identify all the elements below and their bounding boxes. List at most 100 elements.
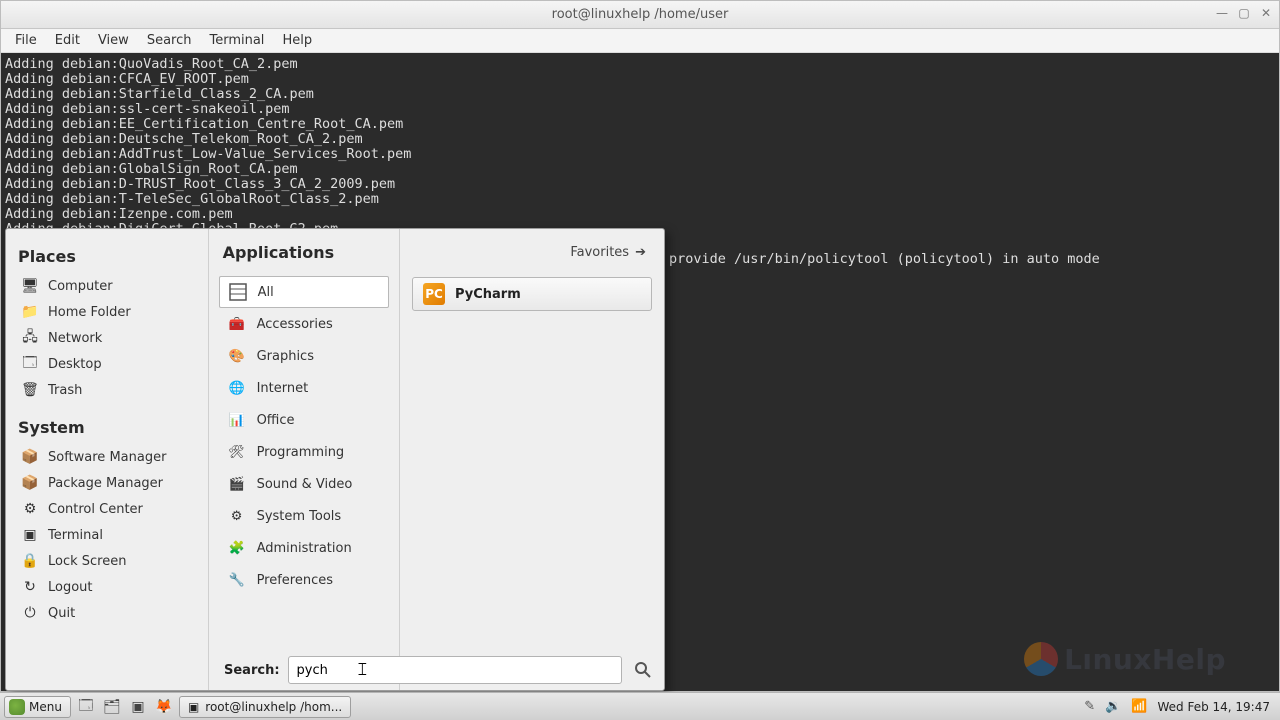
category-label: System Tools	[257, 509, 342, 524]
category-accessories[interactable]: 🧰Accessories	[219, 308, 389, 340]
watermark-text: LınuxHelp	[1064, 643, 1226, 676]
category-all[interactable]: All	[219, 276, 389, 308]
input-method-icon[interactable]: ✎	[1084, 699, 1095, 714]
show-desktop-launcher[interactable]: 🗔	[75, 696, 97, 718]
menu-left-column: Places 🖥 Computer 📁 Home Folder 🖧Network 🗔…	[6, 229, 209, 690]
window-minimize-button[interactable]: —	[1213, 4, 1231, 22]
system-label: Software Manager	[48, 450, 166, 465]
menu-search-row: Search:	[224, 656, 656, 684]
category-programming[interactable]: 🛠Programming	[219, 436, 389, 468]
terminal-menu-bar: File Edit View Search Terminal Help	[1, 29, 1279, 53]
computer-icon: 🖥	[22, 278, 38, 294]
window-maximize-button[interactable]: ▢	[1235, 4, 1253, 22]
linuxhelp-logo-icon	[1024, 642, 1058, 676]
desktop-icon: 🗔	[22, 356, 38, 372]
menu-file[interactable]: File	[7, 31, 45, 50]
category-system-tools[interactable]: ⚙System Tools	[219, 500, 389, 532]
category-label: Office	[257, 413, 295, 428]
folder-icon: 📁	[22, 304, 38, 320]
menu-button[interactable]: Menu	[4, 696, 71, 718]
place-computer[interactable]: 🖥 Computer	[16, 274, 200, 298]
window-title: root@linuxhelp /home/user	[552, 7, 729, 22]
category-graphics[interactable]: 🎨Graphics	[219, 340, 389, 372]
sound-icon[interactable]: 🔉	[1105, 699, 1121, 714]
internet-icon: 🌐	[227, 378, 247, 398]
menu-terminal[interactable]: Terminal	[201, 31, 272, 50]
search-input[interactable]	[288, 656, 622, 684]
menu-edit[interactable]: Edit	[47, 31, 88, 50]
category-label: Programming	[257, 445, 345, 460]
app-label: PyCharm	[455, 287, 521, 302]
category-list: All 🧰Accessories 🎨Graphics 🌐 Internet 📊 Of…	[209, 272, 399, 690]
favorites-label: Favorites	[570, 245, 629, 260]
system-logout[interactable]: ↻ Logout	[16, 575, 200, 599]
terminal-icon: ▣	[22, 527, 38, 543]
place-label: Desktop	[48, 357, 102, 372]
category-internet[interactable]: 🌐 Internet	[219, 372, 389, 404]
place-trash[interactable]: 🗑 Trash	[16, 378, 200, 402]
lock-icon: 🔒	[22, 553, 38, 569]
place-label: Computer	[48, 279, 113, 294]
category-label: Internet	[257, 381, 309, 396]
menu-help[interactable]: Help	[274, 31, 320, 50]
system-label: Control Center	[48, 502, 143, 517]
office-icon: 📊	[227, 410, 247, 430]
system-tray: ✎ 🔉 📶 Wed Feb 14, 19:47	[1084, 699, 1276, 714]
preferences-icon: 🔧	[227, 570, 247, 590]
package-manager-icon: 📦	[22, 475, 38, 491]
terminal-output-fragment: provide /usr/bin/policytool (policytool)…	[669, 251, 1100, 267]
search-button[interactable]	[630, 657, 656, 683]
system-quit[interactable]: ⏻ Quit	[16, 601, 200, 625]
category-sound-video[interactable]: 🎬Sound & Video	[219, 468, 389, 500]
taskbar-terminal-task[interactable]: ▣ root@linuxhelp /hom...	[179, 696, 351, 718]
place-network[interactable]: 🖧Network	[16, 326, 200, 350]
menu-search[interactable]: Search	[139, 31, 200, 50]
search-label: Search:	[224, 663, 280, 678]
app-pycharm[interactable]: PC PyCharm	[412, 277, 652, 311]
arrow-right-icon: ➔	[635, 245, 646, 260]
system-terminal[interactable]: ▣ Terminal	[16, 523, 200, 547]
taskbar-task-label: root@linuxhelp /hom...	[205, 700, 342, 714]
trash-icon: 🗑	[22, 382, 38, 398]
category-label: All	[258, 285, 274, 300]
place-home-folder[interactable]: 📁 Home Folder	[16, 300, 200, 324]
place-label: Network	[48, 331, 102, 346]
window-titlebar[interactable]: root@linuxhelp /home/user — ▢ ✕	[1, 1, 1279, 29]
system-label: Package Manager	[48, 476, 163, 491]
file-manager-launcher[interactable]: 🗂	[101, 696, 123, 718]
window-close-button[interactable]: ✕	[1257, 4, 1275, 22]
all-icon	[228, 282, 248, 302]
system-label: Terminal	[48, 528, 103, 543]
menu-view[interactable]: View	[90, 31, 137, 50]
system-control-center[interactable]: ⚙Control Center	[16, 497, 200, 521]
place-label: Trash	[48, 383, 82, 398]
system-heading: System	[18, 418, 200, 437]
system-label: Logout	[48, 580, 93, 595]
desktop-background: root@linuxhelp /home/user — ▢ ✕ File Edi…	[0, 0, 1280, 720]
system-label: Lock Screen	[48, 554, 126, 569]
menu-button-label: Menu	[29, 700, 62, 714]
application-menu: Places 🖥 Computer 📁 Home Folder 🖧Network 🗔…	[5, 228, 665, 691]
system-software-manager[interactable]: 📦Software Manager	[16, 445, 200, 469]
system-lock-screen[interactable]: 🔒 Lock Screen	[16, 549, 200, 573]
category-administration[interactable]: 🧩Administration	[219, 532, 389, 564]
network-tray-icon[interactable]: 📶	[1131, 699, 1147, 714]
logout-icon: ↻	[22, 579, 38, 595]
clock[interactable]: Wed Feb 14, 19:47	[1157, 700, 1270, 714]
menu-middle-column: Applications All 🧰Accessories 🎨Graphics …	[209, 229, 400, 690]
category-office[interactable]: 📊 Office	[219, 404, 389, 436]
power-icon: ⏻	[22, 605, 38, 621]
menu-right-column: Favorites ➔ PC PyCharm	[400, 229, 664, 690]
category-preferences[interactable]: 🔧Preferences	[219, 564, 389, 596]
terminal-launcher[interactable]: ▣	[127, 696, 149, 718]
system-label: Quit	[48, 606, 75, 621]
place-label: Home Folder	[48, 305, 131, 320]
search-icon	[634, 661, 652, 679]
favorites-link[interactable]: Favorites ➔	[570, 245, 646, 260]
places-heading: Places	[18, 247, 200, 266]
place-desktop[interactable]: 🗔 Desktop	[16, 352, 200, 376]
system-package-manager[interactable]: 📦 Package Manager	[16, 471, 200, 495]
applications-heading: Applications	[223, 243, 335, 262]
administration-icon: 🧩	[227, 538, 247, 558]
firefox-launcher[interactable]: 🦊	[153, 696, 175, 718]
